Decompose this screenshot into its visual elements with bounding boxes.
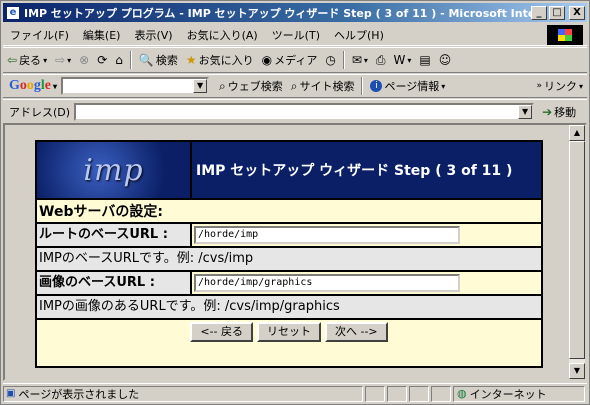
home-icon: ⌂ [115, 53, 123, 67]
address-input[interactable]: ▼ [74, 102, 535, 121]
google-toolbar: Google ▾ ▼ ⌕ ウェブ検索 ⌕ サイト検索 i ページ情報 ▾ » リンク ▾ [3, 74, 587, 98]
wizard-title: IMP セットアップ ウィザード Step ( 3 of 11 ) [196, 163, 513, 179]
discuss-icon: ▤ [419, 53, 431, 67]
graphics-url-row: 画像のベースURL : /horde/imp/graphics [37, 272, 541, 296]
windows-logo-icon [547, 25, 583, 45]
info-icon: i [370, 80, 383, 92]
ie-icon: e [6, 5, 20, 20]
history-icon: ◷ [325, 53, 336, 67]
title-bar[interactable]: e IMP セットアップ プログラム - IMP セットアップ ウィザード St… [3, 3, 587, 22]
mail-icon: ✉ [351, 53, 362, 67]
search-label: 検索 [155, 54, 178, 67]
graphics-url-label: 画像のベースURL : [37, 272, 192, 294]
messenger-icon: ☺ [438, 53, 452, 67]
menu-file[interactable]: ファイル(F) [3, 27, 76, 43]
graphics-url-description: IMPの画像のあるURLです。例: /cvs/imp/graphics [37, 296, 541, 320]
history-button[interactable]: ◷ [321, 53, 339, 67]
search-button[interactable]: 🔍 検索 [135, 52, 182, 68]
page-info-label: ページ情報 [384, 80, 440, 93]
chevron-down-icon[interactable]: ▼ [518, 104, 533, 119]
google-search-input[interactable]: ▼ [61, 77, 210, 95]
scroll-down-icon[interactable]: ▼ [569, 363, 585, 379]
binoculars-icon: ⌕ [219, 78, 226, 93]
browser-window: e IMP セットアップ プログラム - IMP セットアップ ウィザード St… [0, 0, 590, 405]
menu-help[interactable]: ヘルプ(H) [327, 27, 391, 43]
back-arrow-icon: ⇦ [7, 53, 18, 67]
window-title: IMP セットアップ プログラム - IMP セットアップ ウィザード Step… [24, 6, 531, 20]
forward-button[interactable]: ⇨ ▾ [51, 53, 75, 67]
address-bar: アドレス(D) ▼ ➔ 移動 [3, 99, 587, 123]
media-label: メディア [274, 54, 318, 67]
favorites-button[interactable]: ★ お気に入り [182, 52, 258, 68]
minimize-button[interactable]: _ [531, 5, 547, 20]
page-icon: ▣ [6, 388, 16, 399]
links-button[interactable]: » リンク ▾ [532, 78, 587, 94]
stop-icon: ⊗ [79, 53, 90, 67]
go-label: 移動 [554, 105, 577, 119]
star-icon: ★ [185, 53, 197, 67]
root-url-description: IMPのベースURLです。例: /cvs/imp [37, 248, 541, 272]
menu-favorites[interactable]: お気に入り(A) [180, 27, 265, 43]
address-label: アドレス(D) [9, 105, 71, 119]
close-button[interactable]: X [569, 5, 585, 20]
mail-button[interactable]: ✉ ▾ [348, 53, 372, 67]
vertical-scrollbar[interactable]: ▲ ▼ [569, 125, 585, 379]
web-search-button[interactable]: ⌕ ウェブ検索 [215, 78, 287, 94]
wizard-panel: imp IMP セットアップ ウィザード Step ( 3 of 11 ) We… [35, 140, 543, 368]
site-search-label: サイト検索 [299, 80, 355, 93]
print-icon: ⎙ [375, 52, 386, 67]
globe-icon: ◍ [457, 387, 467, 400]
back-button[interactable]: ⇦ 戻る ▾ [3, 52, 51, 68]
page-viewport: imp IMP セットアップ ウィザード Step ( 3 of 11 ) We… [3, 123, 587, 381]
next-button[interactable]: 次へ --> [325, 322, 388, 342]
refresh-button[interactable]: ⟳ [93, 53, 111, 67]
chevron-down-icon[interactable]: ▼ [193, 79, 208, 93]
section-title: Webサーバの設定: [37, 200, 541, 224]
discuss-button[interactable]: ▤ [415, 53, 434, 67]
word-icon: W [393, 53, 406, 67]
root-url-label: ルートのベースURL : [37, 224, 192, 246]
graphics-url-input[interactable]: /horde/imp/graphics [194, 274, 460, 292]
status-text: ページが表示されました [18, 387, 140, 401]
media-icon: ◉ [261, 53, 273, 67]
edit-button[interactable]: W ▾ [390, 53, 416, 67]
messenger-button[interactable]: ☺ [435, 53, 456, 67]
stop-button[interactable]: ⊗ [75, 53, 93, 67]
refresh-icon: ⟳ [97, 53, 108, 67]
button-row: <-- 戻る リセット 次へ --> [37, 320, 541, 366]
go-button[interactable]: ➔ 移動 [538, 104, 580, 120]
forward-arrow-icon: ⇨ [55, 53, 66, 67]
standard-toolbar: ⇦ 戻る ▾ ⇨ ▾ ⊗ ⟳ ⌂ 🔍 検索 ★ お気に入り ◉ メディア ◷ ✉ ▾ ⎙ W ▾… [3, 47, 587, 73]
menu-view[interactable]: 表示(V) [127, 27, 179, 43]
root-url-row: ルートのベースURL : /horde/imp [37, 224, 541, 248]
site-search-button[interactable]: ⌕ サイト検索 [287, 78, 359, 94]
status-bar: ▣ ページが表示されました ◍ インターネット [3, 383, 587, 403]
reset-button[interactable]: リセット [257, 322, 321, 342]
google-logo[interactable]: Google ▾ [9, 78, 57, 94]
zone-text: インターネット [469, 387, 547, 401]
wizard-header: imp IMP セットアップ ウィザード Step ( 3 of 11 ) [37, 142, 541, 200]
print-button[interactable]: ⎙ [372, 53, 390, 68]
menu-bar: ファイル(F) 編集(E) 表示(V) お気に入り(A) ツール(T) ヘルプ(… [3, 24, 587, 46]
media-button[interactable]: ◉ メディア [258, 52, 322, 68]
site-search-icon: ⌕ [290, 78, 298, 93]
home-button[interactable]: ⌂ [111, 53, 127, 67]
root-url-input[interactable]: /horde/imp [194, 226, 460, 244]
back-button[interactable]: <-- 戻る [190, 322, 253, 342]
favorites-label: お気に入り [198, 54, 254, 67]
menu-tools[interactable]: ツール(T) [265, 27, 327, 43]
maximize-button[interactable]: □ [549, 5, 565, 20]
scroll-up-icon[interactable]: ▲ [569, 125, 585, 141]
go-arrow-icon: ➔ [542, 104, 553, 119]
search-icon: 🔍 [138, 53, 154, 67]
web-search-label: ウェブ検索 [227, 80, 283, 93]
page-info-button[interactable]: i ページ情報 ▾ [366, 78, 449, 94]
scroll-thumb[interactable] [569, 141, 585, 359]
links-label: リンク [543, 80, 577, 93]
back-label: 戻る [19, 54, 42, 67]
menu-edit[interactable]: 編集(E) [76, 27, 128, 43]
imp-logo: imp [37, 142, 192, 198]
